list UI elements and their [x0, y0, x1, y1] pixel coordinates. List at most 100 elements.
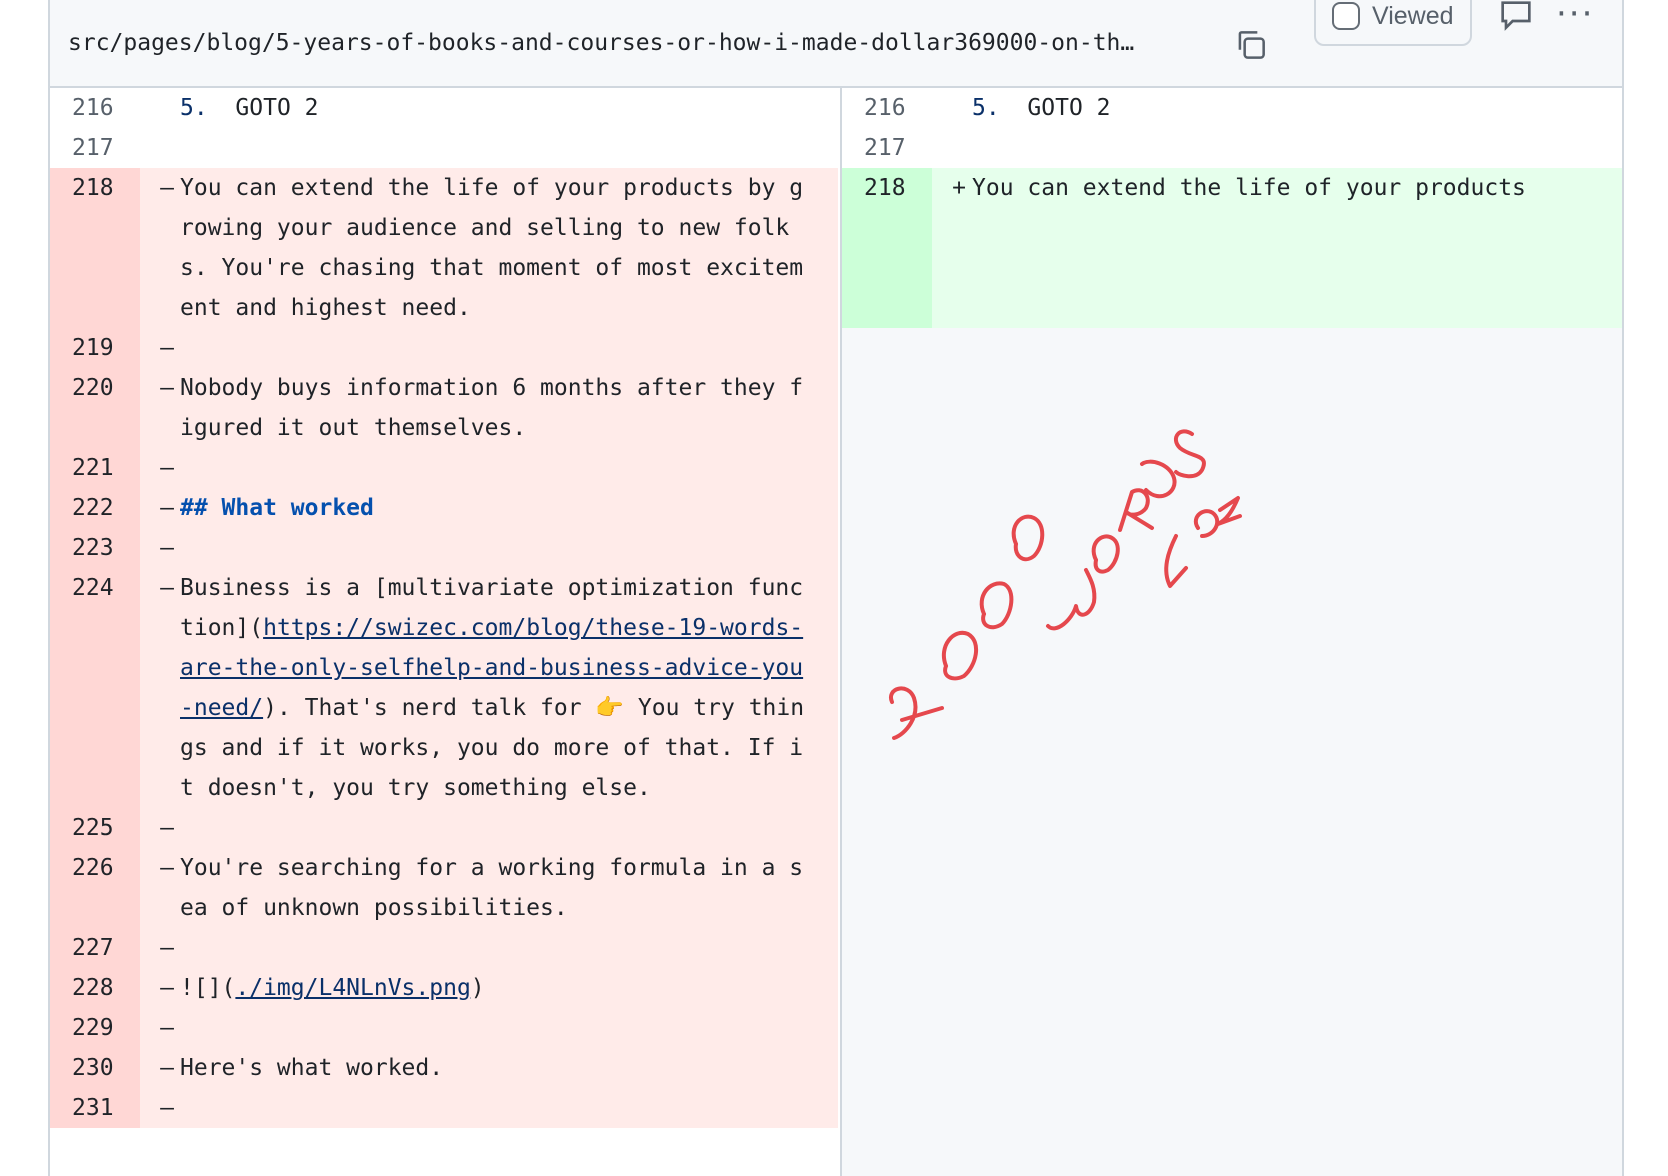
diff-sign: – [160, 1055, 174, 1081]
diff-sign: – [160, 855, 174, 881]
code-content: GOTO 2 [207, 95, 319, 121]
code-content: ) [470, 975, 485, 1001]
gutter-gap [140, 528, 154, 568]
diff-line-deleted[interactable]: 222– ## What worked [50, 488, 838, 528]
comment-icon[interactable] [1496, 0, 1536, 36]
markdown-heading: ## What worked [180, 495, 374, 521]
markdown-link[interactable]: ./img/L4NLnVs.png [235, 975, 470, 1001]
diff-file: src/pages/blog/5-years-of-books-and-cour… [48, 0, 1624, 1176]
line-number[interactable]: 225 [50, 808, 140, 848]
diff-line-deleted[interactable]: 221– [50, 448, 838, 488]
diff-line-deleted[interactable]: 226– You're searching for a working formu… [50, 848, 838, 928]
line-number[interactable]: 229 [50, 1008, 140, 1048]
diff-sign: + [952, 175, 966, 201]
code-content: Here's what worked. [180, 1055, 444, 1081]
file-path[interactable]: src/pages/blog/5-years-of-books-and-cour… [68, 30, 1218, 56]
diff-line-deleted[interactable]: 228– ![](./img/L4NLnVs.png) [50, 968, 838, 1008]
line-number[interactable]: 220 [50, 368, 140, 448]
diff-sign: – [160, 1015, 174, 1041]
code-text: 5. GOTO 2 [972, 88, 1622, 128]
diff-sign: – [160, 495, 174, 521]
line-number[interactable]: 222 [50, 488, 140, 528]
line-number[interactable]: 217 [842, 128, 932, 168]
diff-line-deleted[interactable]: 231– [50, 1088, 838, 1128]
diff-line-context[interactable]: 216 5. GOTO 2 [50, 88, 838, 128]
line-number[interactable]: 216 [50, 88, 140, 128]
code-text: Business is a [multivariate optimization… [180, 568, 838, 808]
list-marker: 5. [972, 95, 1000, 121]
code-content: ![]( [180, 975, 236, 1001]
diff-sign: – [160, 575, 174, 601]
line-number[interactable]: 227 [50, 928, 140, 968]
diff-sign: – [160, 815, 174, 841]
diff-sign [946, 88, 972, 128]
diff-sign: – [160, 335, 174, 361]
line-number[interactable]: 217 [50, 128, 140, 168]
diff-sign: – [160, 455, 174, 481]
gutter-gap [140, 928, 154, 968]
gutter-gap [140, 1048, 154, 1088]
diff-line-added[interactable]: 218 + You can extend the life of your prod… [842, 168, 1622, 328]
gutter-gap [140, 488, 154, 528]
line-number[interactable]: 224 [50, 568, 140, 808]
line-number[interactable]: 221 [50, 448, 140, 488]
diff-line-deleted[interactable]: 219– [50, 328, 838, 368]
diff-sign: – [160, 375, 174, 401]
gutter-gap [140, 1008, 154, 1048]
more-options-icon[interactable]: ··· [1556, 0, 1600, 34]
gutter-gap [140, 88, 154, 128]
code-text: Here's what worked. [180, 1048, 838, 1088]
diff-sign [154, 88, 180, 128]
line-number[interactable]: 218 [50, 168, 140, 328]
diff-line-deleted[interactable]: 223– [50, 528, 838, 568]
gutter-gap [140, 448, 154, 488]
line-number[interactable]: 226 [50, 848, 140, 928]
diff-line-deleted[interactable]: 227– [50, 928, 838, 968]
line-number[interactable]: 218 [842, 168, 932, 328]
gutter-gap [140, 328, 154, 368]
code-content: ). That's nerd talk for 👉 You try things… [180, 695, 805, 801]
copy-icon[interactable] [1232, 26, 1270, 64]
diff-line-context[interactable]: 217 [50, 128, 838, 168]
diff-sign: – [160, 975, 174, 1001]
line-number[interactable]: 231 [50, 1088, 140, 1128]
gutter-gap [140, 368, 154, 448]
gutter-gap [140, 128, 154, 168]
diff-line-deleted[interactable]: 230– Here's what worked. [50, 1048, 838, 1088]
gutter-gap [140, 1088, 154, 1128]
file-header: src/pages/blog/5-years-of-books-and-cour… [50, 0, 1622, 88]
line-number[interactable]: 223 [50, 528, 140, 568]
checkbox-icon[interactable] [1332, 2, 1360, 30]
diff-line-context[interactable]: 216 5. GOTO 2 [842, 88, 1622, 128]
line-number[interactable]: 228 [50, 968, 140, 1008]
line-number[interactable]: 219 [50, 328, 140, 368]
line-number[interactable]: 230 [50, 1048, 140, 1088]
code-content: Nobody buys information 6 months after t… [180, 375, 804, 441]
diff-line-deleted[interactable]: 229– [50, 1008, 838, 1048]
gutter-gap [140, 848, 154, 928]
viewed-checkbox-button[interactable]: Viewed [1314, 0, 1472, 46]
code-text: 5. GOTO 2 [180, 88, 838, 128]
diff-line-deleted[interactable]: 218– You can extend the life of your prod… [50, 168, 838, 328]
diff-line-deleted[interactable]: 224– Business is a [multivariate optimiza… [50, 568, 838, 808]
diff-line-context[interactable]: 217 [842, 128, 1622, 168]
viewed-label: Viewed [1372, 1, 1454, 30]
line-number[interactable]: 216 [842, 88, 932, 128]
code-content: You can extend the life of your products [972, 175, 1526, 201]
list-marker: 5. [180, 95, 208, 121]
diff-line-deleted[interactable]: 220– Nobody buys information 6 months aft… [50, 368, 838, 448]
diff-line-deleted[interactable]: 225– [50, 808, 838, 848]
code-text: You can extend the life of your products [972, 168, 1622, 328]
gutter-gap [140, 568, 154, 808]
gutter-gap [932, 168, 946, 328]
gutter-gap [932, 128, 946, 168]
gutter-gap [140, 168, 154, 328]
